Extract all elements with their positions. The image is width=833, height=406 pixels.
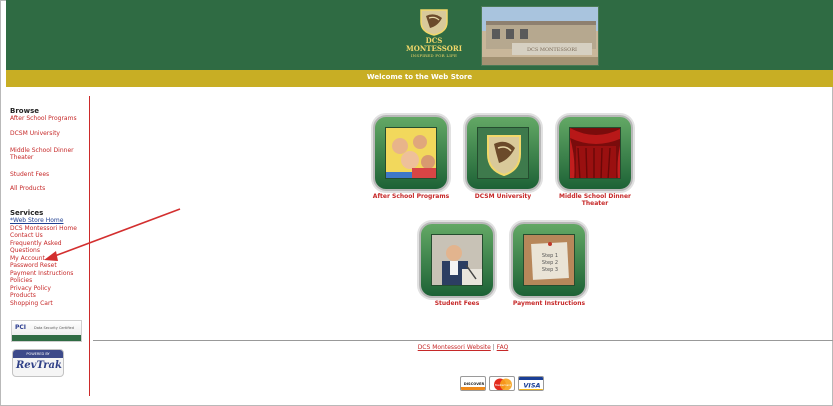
steps-note-icon: Step 1 Step 2 Step 3	[523, 234, 575, 286]
student-photo-icon	[431, 234, 483, 286]
svg-text:Step 3: Step 3	[542, 267, 558, 273]
svg-text:Step 2: Step 2	[542, 260, 558, 266]
svg-text:Step 1: Step 1	[542, 253, 558, 259]
payment-cards: DISCOVER MasterCard VISA	[460, 376, 544, 392]
footer-divider	[93, 340, 833, 341]
tile-payment-instructions[interactable]: Step 1 Step 2 Step 3	[511, 222, 587, 298]
tile-label-dinner-theater[interactable]: Middle School Dinner Theater	[553, 193, 637, 207]
shield-crest-icon	[477, 127, 529, 179]
tile-label-dcsm-university[interactable]: DCSM University	[449, 193, 557, 200]
tile-dcsm-university[interactable]	[465, 115, 541, 191]
children-photo-icon	[385, 127, 437, 179]
svg-text:DISCOVER: DISCOVER	[464, 382, 485, 386]
mastercard-card-icon: MasterCard	[489, 376, 515, 391]
discover-card-icon: DISCOVER	[460, 376, 486, 391]
tile-label-payment-instructions[interactable]: Payment Instructions	[495, 300, 603, 307]
footer-links: DCS Montessori Website | FAQ	[93, 344, 833, 351]
theater-curtain-icon	[569, 127, 621, 179]
tile-student-fees[interactable]	[419, 222, 495, 298]
svg-text:MasterCard: MasterCard	[495, 383, 511, 387]
tile-dinner-theater[interactable]	[557, 115, 633, 191]
footer-link-website[interactable]: DCS Montessori Website	[418, 344, 491, 351]
footer-link-faq[interactable]: FAQ	[497, 344, 509, 351]
footer-separator: |	[492, 344, 495, 351]
visa-card-icon: VISA	[518, 376, 544, 391]
tile-after-school-programs[interactable]	[373, 115, 449, 191]
svg-text:VISA: VISA	[523, 381, 540, 389]
